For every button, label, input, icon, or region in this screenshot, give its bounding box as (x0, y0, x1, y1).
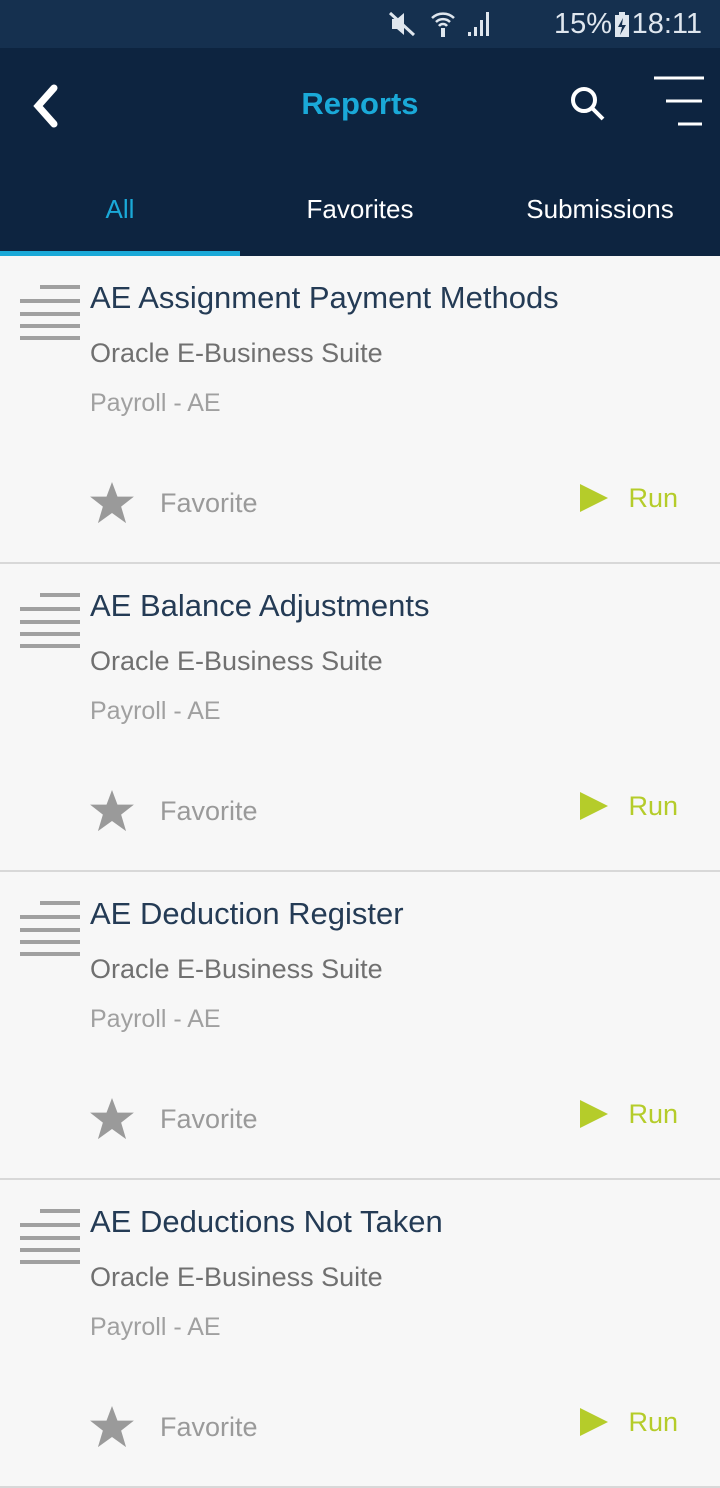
favorite-button[interactable]: Favorite (90, 482, 258, 524)
search-icon[interactable] (568, 84, 608, 124)
signal-icon (468, 12, 489, 36)
wifi-icon (431, 12, 455, 37)
menu-icon[interactable] (652, 76, 704, 128)
report-suite: Oracle E-Business Suite (90, 338, 383, 368)
play-icon (580, 1100, 609, 1128)
tab-favorites[interactable]: Favorites (240, 178, 480, 256)
favorite-button[interactable]: Favorite (90, 1406, 258, 1448)
battery-charging-icon (615, 12, 629, 37)
report-suite: Oracle E-Business Suite (90, 954, 383, 984)
report-icon (20, 901, 80, 956)
tab-bar: All Favorites Submissions (0, 178, 720, 256)
app-bar: Reports All Favorites Submissions (0, 48, 720, 256)
star-icon (90, 1098, 134, 1140)
report-icon (20, 593, 80, 648)
play-icon (580, 792, 609, 820)
report-name: AE Balance Adjustments (90, 588, 430, 623)
report-list: AE Assignment Payment Methods Oracle E-B… (0, 256, 720, 1488)
report-card[interactable]: AE Deductions Not Taken Oracle E-Busines… (0, 1180, 720, 1488)
star-icon (90, 482, 134, 524)
report-icon (20, 285, 80, 340)
star-icon (90, 1406, 134, 1448)
report-suite: Oracle E-Business Suite (90, 1262, 383, 1292)
favorite-button[interactable]: Favorite (90, 1098, 258, 1140)
report-name: AE Deduction Register (90, 896, 404, 931)
report-card[interactable]: AE Deduction Register Oracle E-Business … (0, 872, 720, 1180)
tab-all[interactable]: All (0, 178, 240, 256)
report-name: AE Assignment Payment Methods (90, 280, 559, 315)
play-icon (580, 484, 609, 512)
run-label: Run (628, 482, 678, 513)
report-card[interactable]: AE Assignment Payment Methods Oracle E-B… (0, 256, 720, 564)
report-suite: Oracle E-Business Suite (90, 646, 383, 676)
favorite-label: Favorite (160, 487, 258, 518)
favorite-label: Favorite (160, 1103, 258, 1134)
report-category: Payroll - AE (90, 1005, 221, 1033)
status-icons (384, 10, 492, 38)
favorite-button[interactable]: Favorite (90, 790, 258, 832)
report-category: Payroll - AE (90, 697, 221, 725)
report-card[interactable]: AE Balance Adjustments Oracle E-Business… (0, 564, 720, 872)
page-title: Reports (301, 86, 419, 121)
report-name: AE Deductions Not Taken (90, 1204, 443, 1239)
star-icon (90, 790, 134, 832)
run-button[interactable]: Run (578, 790, 678, 822)
run-button[interactable]: Run (578, 1098, 678, 1130)
report-icon (20, 1209, 80, 1264)
mute-icon (388, 11, 416, 37)
tab-submissions[interactable]: Submissions (480, 178, 720, 256)
status-bar: 15% 18:11 (0, 0, 720, 48)
report-category: Payroll - AE (90, 1313, 221, 1341)
run-button[interactable]: Run (578, 482, 678, 514)
run-label: Run (628, 1406, 678, 1437)
report-category: Payroll - AE (90, 389, 221, 417)
run-label: Run (628, 790, 678, 821)
favorite-label: Favorite (160, 1411, 258, 1442)
favorite-label: Favorite (160, 795, 258, 826)
run-label: Run (628, 1098, 678, 1129)
clock: 18:11 (631, 8, 702, 40)
run-button[interactable]: Run (578, 1406, 678, 1438)
play-icon (580, 1408, 609, 1436)
battery-percent: 15% (553, 8, 612, 40)
